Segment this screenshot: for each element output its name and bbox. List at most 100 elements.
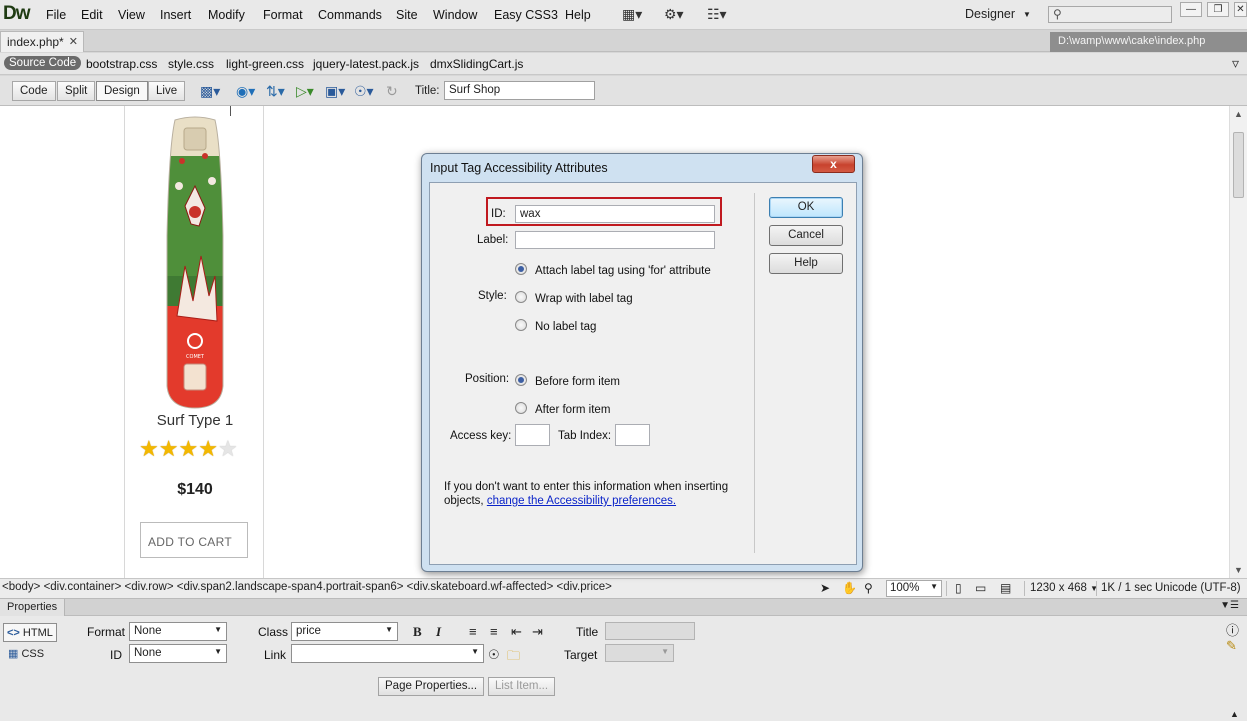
style-radio-wrap[interactable] bbox=[515, 291, 527, 303]
ordered-list-icon[interactable]: ≡ bbox=[490, 624, 498, 639]
outdent-icon[interactable]: ⇤ bbox=[511, 624, 522, 640]
cancel-button[interactable]: Cancel bbox=[769, 225, 843, 246]
mobile-size-icon[interactable]: ▯ bbox=[955, 581, 962, 595]
bold-button[interactable]: B bbox=[413, 624, 422, 640]
css-mode-button[interactable]: ▦ CSS bbox=[8, 647, 44, 660]
window-size-value: 1230 x 468 bbox=[1030, 582, 1087, 594]
menu-easy-css3[interactable]: Easy CSS3 bbox=[494, 8, 558, 22]
ok-button[interactable]: OK bbox=[769, 197, 843, 218]
menu-commands[interactable]: Commands bbox=[318, 8, 382, 22]
id-select[interactable]: None ▼ bbox=[129, 644, 227, 663]
live-view-button[interactable]: Live bbox=[148, 81, 186, 101]
id-field-input[interactable]: wax bbox=[515, 205, 715, 223]
menu-edit[interactable]: Edit bbox=[81, 8, 103, 22]
target-select[interactable]: ▼ bbox=[605, 644, 674, 662]
gear-icon[interactable]: ⚙▾ bbox=[664, 6, 684, 23]
tab-index-input[interactable] bbox=[615, 424, 650, 446]
layout-icon[interactable]: ▦▾ bbox=[622, 6, 642, 23]
menu-view[interactable]: View bbox=[118, 8, 145, 22]
related-file-jquery[interactable]: jquery-latest.pack.js bbox=[313, 57, 419, 71]
menu-insert[interactable]: Insert bbox=[160, 8, 191, 22]
desktop-size-icon[interactable]: ▤ bbox=[1000, 581, 1011, 595]
close-window-button[interactable]: ✕ bbox=[1234, 2, 1247, 17]
minimize-button[interactable]: — bbox=[1180, 2, 1202, 17]
title-attr-input[interactable] bbox=[605, 622, 695, 640]
html-mode-button[interactable]: <> HTML bbox=[3, 623, 57, 642]
scroll-up-icon[interactable]: ▲ bbox=[1234, 109, 1243, 119]
visual-aids-icon[interactable]: ☉▾ bbox=[354, 83, 374, 100]
italic-button[interactable]: I bbox=[436, 624, 441, 640]
format-select[interactable]: None ▼ bbox=[129, 622, 227, 641]
link-input[interactable]: ▼ bbox=[291, 644, 484, 663]
menu-file[interactable]: File bbox=[46, 8, 66, 22]
star-filled-icon: ★ bbox=[158, 436, 179, 461]
menu-help[interactable]: Help bbox=[565, 8, 591, 22]
document-title-input[interactable]: Surf Shop bbox=[444, 81, 595, 100]
scroll-down-icon[interactable]: ▼ bbox=[1234, 565, 1243, 575]
class-select[interactable]: price ▼ bbox=[291, 622, 398, 641]
product-name: Surf Type 1 bbox=[156, 412, 234, 429]
menu-format[interactable]: Format bbox=[263, 8, 303, 22]
folder-icon[interactable]: 🗀 bbox=[507, 647, 520, 669]
window-size[interactable]: 1230 x 468 ▼ bbox=[1030, 582, 1098, 594]
position-radio-before[interactable] bbox=[515, 374, 527, 386]
edit-icon[interactable]: ✎ bbox=[1226, 638, 1237, 654]
file-management-icon[interactable]: ⇅▾ bbox=[266, 83, 285, 100]
code-view-button[interactable]: Code bbox=[12, 81, 56, 101]
collapse-icon[interactable]: ▲ bbox=[1230, 709, 1239, 719]
hand-tool-icon[interactable]: ✋ bbox=[842, 581, 857, 595]
related-file-sliding-cart[interactable]: dmxSlidingCart.js bbox=[430, 57, 523, 71]
design-view-button[interactable]: Design bbox=[96, 81, 148, 101]
list-item-button[interactable]: List Item... bbox=[488, 677, 556, 696]
accessibility-preferences-link[interactable]: change the Accessibility preferences. bbox=[487, 495, 676, 507]
vertical-scrollbar[interactable]: ▲ ▼ bbox=[1229, 106, 1247, 578]
validate-markup-icon[interactable]: ▣▾ bbox=[325, 83, 345, 100]
label-field-input[interactable] bbox=[515, 231, 715, 249]
point-to-file-icon[interactable]: ☉ bbox=[488, 647, 500, 663]
panel-menu-icon[interactable]: ▼☰ bbox=[1220, 600, 1239, 611]
restore-button[interactable]: ❐ bbox=[1207, 2, 1229, 17]
dialog-close-button[interactable]: x bbox=[812, 155, 855, 173]
page-properties-button[interactable]: Page Properties... bbox=[378, 677, 485, 696]
related-file-light-green[interactable]: light-green.css bbox=[226, 57, 304, 71]
close-icon[interactable]: ✕ bbox=[69, 35, 78, 48]
refresh-icon[interactable]: ↻ bbox=[386, 83, 398, 100]
help-search-input[interactable]: ⚲ bbox=[1048, 6, 1172, 23]
multiscreen-icon[interactable]: ▩▾ bbox=[200, 83, 220, 100]
style-radio-none[interactable] bbox=[515, 319, 527, 331]
target-label: Target bbox=[564, 648, 598, 662]
menu-window[interactable]: Window bbox=[433, 8, 477, 22]
access-key-input[interactable] bbox=[515, 424, 550, 446]
filter-icon[interactable]: ▿ bbox=[1232, 55, 1239, 72]
zoom-select[interactable]: 100% ▼ bbox=[886, 580, 942, 597]
help-icon[interactable]: ⓘ bbox=[1226, 620, 1239, 639]
position-radio-after[interactable] bbox=[515, 402, 527, 414]
preview-browser-icon[interactable]: ◉▾ bbox=[236, 83, 255, 100]
style-radio-attach[interactable] bbox=[515, 263, 527, 275]
related-file-source-code[interactable]: Source Code bbox=[4, 56, 82, 70]
chevron-down-icon: ▼ bbox=[214, 625, 222, 634]
star-empty-icon: ★ bbox=[217, 436, 238, 461]
related-file-style[interactable]: style.css bbox=[168, 57, 214, 71]
tag-selector[interactable]: <body> <div.container> <div.row> <div.sp… bbox=[2, 581, 612, 593]
menu-modify[interactable]: Modify bbox=[208, 8, 245, 22]
help-button[interactable]: Help bbox=[769, 253, 843, 274]
position-option-before-label: Before form item bbox=[535, 376, 620, 388]
indent-icon[interactable]: ⇥ bbox=[532, 624, 543, 640]
scrollbar-thumb[interactable] bbox=[1233, 132, 1244, 198]
add-to-cart-button[interactable]: ADD TO CART bbox=[140, 522, 248, 558]
related-file-bootstrap[interactable]: bootstrap.css bbox=[86, 57, 157, 71]
workspace-switcher[interactable]: Designer ▼ bbox=[965, 7, 1031, 21]
unordered-list-icon[interactable]: ≡ bbox=[469, 624, 477, 639]
select-tool-icon[interactable]: ➤ bbox=[820, 581, 830, 595]
site-map-icon[interactable]: ☷▾ bbox=[707, 6, 727, 23]
check-browser-icon[interactable]: ▷▾ bbox=[296, 83, 314, 100]
board-brand-text: COMET bbox=[186, 354, 205, 360]
product-card[interactable]: COMET Surf Type 1 ★★★★★ $140 ADD TO CART bbox=[124, 106, 264, 578]
menu-site[interactable]: Site bbox=[396, 8, 418, 22]
tablet-size-icon[interactable]: ▭ bbox=[975, 581, 986, 595]
document-tab[interactable]: index.php* ✕ bbox=[0, 31, 84, 52]
zoom-tool-icon[interactable]: ⚲ bbox=[864, 581, 873, 595]
properties-title[interactable]: Properties bbox=[0, 599, 66, 616]
split-view-button[interactable]: Split bbox=[57, 81, 96, 101]
